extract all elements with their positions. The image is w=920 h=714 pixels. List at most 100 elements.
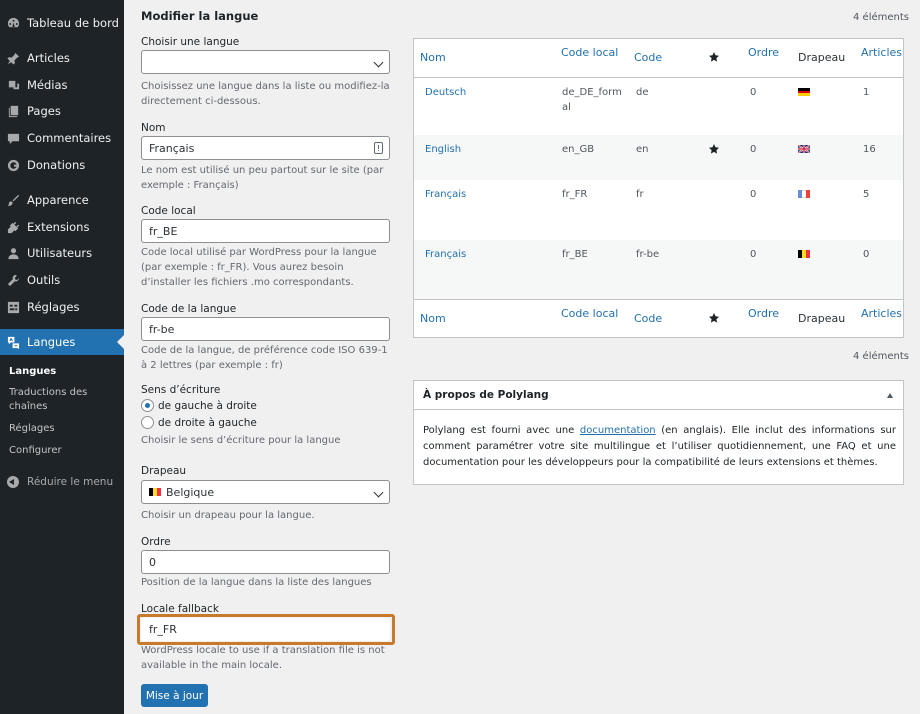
menu-item-settings[interactable]: Réglages (0, 296, 124, 318)
column-header-name[interactable]: Nom (420, 51, 446, 64)
form-title: Modifier la langue (141, 9, 259, 23)
column-footer-order[interactable]: Ordre (748, 307, 779, 320)
collapse-menu-button[interactable]: Réduire le menu (0, 473, 124, 491)
dashboard-icon (6, 16, 20, 30)
wrench-icon (6, 273, 20, 287)
direction-label: Sens d’écriture (141, 384, 221, 396)
flag-select[interactable]: Belgique (141, 480, 390, 504)
menu-label: Médias (27, 78, 68, 92)
documentation-link[interactable]: documentation (580, 425, 656, 436)
language-articles-count: 5 (863, 189, 870, 200)
table-row: English en_GB en 0 16 (414, 135, 903, 180)
table-row: Deutsch de_DE_formal de 0 1 (414, 77, 903, 135)
language-articles-count: 0 (863, 249, 870, 260)
language-order: 0 (750, 144, 757, 155)
language-code: de (636, 87, 649, 98)
flag-label: Drapeau (141, 465, 187, 477)
column-footer-code[interactable]: Code (634, 312, 662, 325)
menu-item-media[interactable]: Médias (0, 74, 124, 96)
slug-input[interactable]: fr-be (141, 317, 390, 341)
update-button[interactable]: Mise à jour (141, 684, 208, 707)
submenu-setup[interactable]: Configurer (9, 444, 114, 458)
column-header-articles[interactable]: Articles (861, 46, 902, 59)
order-description: Position de la langue dans la liste des … (141, 577, 372, 588)
fallback-description: WordPress locale to use if a translation… (141, 645, 385, 671)
language-name-link[interactable]: Français (425, 187, 466, 202)
slug-description: Code de la langue, de préférence code IS… (141, 345, 388, 371)
language-name-link[interactable]: Français (425, 247, 466, 262)
menu-item-comments[interactable]: Commentaires (0, 127, 124, 149)
language-locale: en_GB (562, 144, 595, 155)
menu-label: Pages (27, 104, 61, 118)
items-count-top: 4 éléments (853, 12, 909, 23)
belgium-flag-icon (798, 250, 810, 258)
germany-flag-icon (798, 88, 810, 96)
order-label: Ordre (141, 536, 171, 548)
menu-item-articles[interactable]: Articles (0, 47, 124, 69)
donations-icon (6, 158, 20, 172)
plugins-icon (6, 220, 20, 234)
admin-sidebar: Tableau de bord Articles Médias Pages Co… (0, 0, 124, 714)
menu-label: Apparence (27, 193, 89, 207)
pages-icon (6, 104, 20, 118)
radio-unchecked-icon (141, 416, 154, 429)
language-name-link[interactable]: Deutsch (425, 85, 466, 100)
fallback-input[interactable]: fr_FR (141, 618, 390, 641)
menu-label: Commentaires (27, 131, 112, 145)
menu-item-users[interactable]: Utilisateurs (0, 242, 124, 264)
language-name-link[interactable]: English (425, 142, 461, 157)
slug-label: Code de la langue (141, 303, 237, 315)
choose-language-select[interactable] (141, 50, 390, 74)
menu-item-dashboard[interactable]: Tableau de bord (0, 12, 124, 34)
about-header[interactable]: À propos de Polylang (414, 381, 903, 410)
menu-item-languages[interactable]: Langues (0, 329, 124, 355)
direction-rtl-radio[interactable]: de droite à gauche (141, 416, 257, 429)
menu-item-plugins[interactable]: Extensions (0, 216, 124, 238)
collapse-arrow-icon (7, 476, 19, 488)
column-header-order[interactable]: Ordre (748, 46, 779, 59)
menu-item-appearance[interactable]: Apparence (0, 189, 124, 211)
menu-label: Réglages (27, 300, 80, 314)
column-header-flag: Drapeau (798, 51, 846, 64)
ltr-label: de gauche à droite (158, 399, 257, 412)
order-input[interactable]: 0 (141, 550, 390, 574)
language-code: en (636, 144, 649, 155)
language-articles-count: 1 (863, 87, 870, 98)
default-star-icon (709, 52, 719, 62)
choose-language-label: Choisir une langue (141, 36, 240, 48)
brush-icon (6, 193, 20, 207)
chevron-down-icon (373, 57, 384, 68)
about-polylang-box: À propos de Polylang Polylang est fourni… (413, 380, 904, 485)
language-code: fr-be (636, 249, 660, 260)
menu-item-donations[interactable]: Donations (0, 154, 124, 176)
comments-icon (6, 131, 20, 145)
locale-input[interactable]: fr_BE (141, 219, 390, 243)
column-header-code[interactable]: Code (634, 51, 662, 64)
name-input[interactable]: Français (141, 136, 390, 160)
menu-label: Donations (27, 158, 86, 172)
menu-item-pages[interactable]: Pages (0, 100, 124, 122)
default-language-star-icon (709, 144, 719, 154)
column-footer-name[interactable]: Nom (420, 312, 446, 325)
language-locale: fr_BE (562, 249, 588, 260)
items-count-bottom: 4 éléments (853, 351, 909, 362)
direction-description: Choisir le sens d’écriture pour la langu… (141, 435, 341, 446)
name-label: Nom (141, 122, 166, 134)
uk-flag-icon (798, 145, 810, 153)
belgium-flag-icon (149, 488, 161, 496)
default-star-icon (709, 313, 719, 323)
submenu-languages[interactable]: Langues (9, 365, 114, 379)
submenu-string-translations[interactable]: Traductions des chaînes (9, 386, 114, 414)
direction-ltr-radio[interactable]: de gauche à droite (141, 399, 257, 412)
language-order: 0 (750, 87, 757, 98)
submenu-settings[interactable]: Réglages (9, 422, 114, 436)
column-footer-articles[interactable]: Articles (861, 307, 902, 320)
chevron-down-icon (373, 487, 384, 498)
choose-language-description: Choisissez une langue dans la liste ou m… (141, 81, 390, 107)
collapse-toggle-icon[interactable] (887, 393, 893, 398)
menu-label: Langues (27, 335, 76, 349)
menu-item-tools[interactable]: Outils (0, 269, 124, 291)
language-locale: fr_FR (562, 189, 588, 200)
column-footer-locale[interactable]: Code local (561, 307, 618, 320)
column-header-locale[interactable]: Code local (561, 46, 618, 59)
